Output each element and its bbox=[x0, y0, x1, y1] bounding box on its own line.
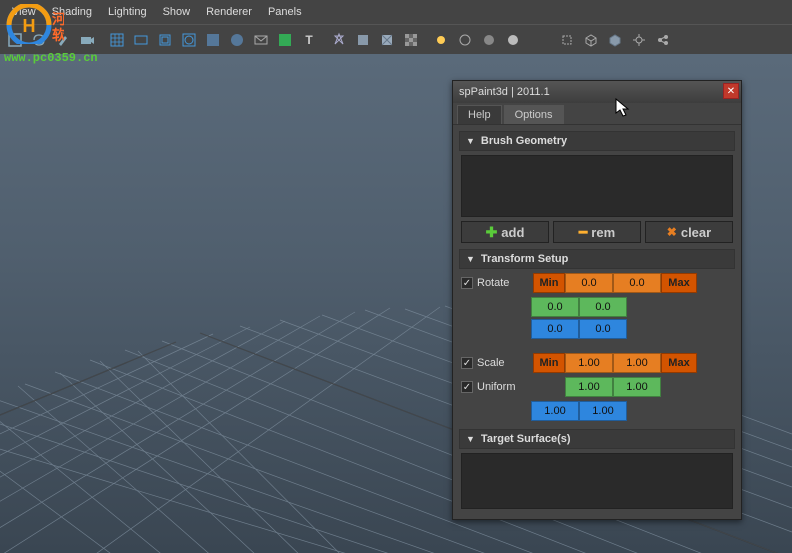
toolbar: T bbox=[0, 24, 792, 54]
uniform-checkbox[interactable] bbox=[461, 381, 473, 393]
rem-button[interactable]: ━rem bbox=[553, 221, 641, 243]
iso-cube1-icon[interactable] bbox=[580, 29, 602, 51]
tool-wireframe-icon[interactable] bbox=[202, 29, 224, 51]
iso-settings-icon[interactable] bbox=[628, 29, 650, 51]
rotate-x-min[interactable]: 0.0 bbox=[565, 273, 613, 293]
tool-envelope-icon[interactable] bbox=[250, 29, 272, 51]
iso-cube2-icon[interactable] bbox=[604, 29, 626, 51]
rotate-y-max[interactable]: 0.0 bbox=[579, 297, 627, 317]
dialog-close-button[interactable]: ✕ bbox=[723, 83, 739, 99]
shade-textured-icon[interactable] bbox=[400, 29, 422, 51]
brush-geometry-list[interactable] bbox=[461, 155, 733, 217]
scale-x-max[interactable]: 1.00 bbox=[613, 353, 661, 373]
target-surfaces-list[interactable] bbox=[461, 453, 733, 509]
viewport-menubar: View Shading Lighting Show Renderer Pane… bbox=[0, 0, 792, 24]
dialog-title-text: spPaint3d | 2011.1 bbox=[459, 86, 550, 98]
section-target-label: Target Surface(s) bbox=[481, 433, 571, 445]
scale-z-max[interactable]: 1.00 bbox=[579, 401, 627, 421]
clear-button[interactable]: ✖clear bbox=[645, 221, 733, 243]
menu-renderer[interactable]: Renderer bbox=[198, 6, 260, 18]
svg-text:软件: 软件 bbox=[52, 27, 64, 43]
tool-filmgate-icon[interactable] bbox=[130, 29, 152, 51]
section-brush-geometry[interactable]: ▼ Brush Geometry bbox=[459, 131, 735, 151]
menu-show[interactable]: Show bbox=[155, 6, 199, 18]
collapse-arrow-icon: ▼ bbox=[466, 254, 475, 264]
collapse-arrow-icon: ▼ bbox=[466, 434, 475, 444]
scale-min-label: Min bbox=[533, 353, 565, 373]
sppaint3d-dialog: spPaint3d | 2011.1 ✕ Help Options ▼ Brus… bbox=[452, 80, 742, 520]
section-transform-setup[interactable]: ▼ Transform Setup bbox=[459, 249, 735, 269]
shade-wireframe-icon[interactable] bbox=[328, 29, 350, 51]
tab-options[interactable]: Options bbox=[504, 105, 564, 124]
add-button[interactable]: ✚add bbox=[461, 221, 549, 243]
iso-share-icon[interactable] bbox=[652, 29, 674, 51]
svg-text:河: 河 bbox=[52, 11, 64, 27]
rotate-min-label: Min bbox=[533, 273, 565, 293]
scale-label: Scale bbox=[477, 357, 529, 369]
menu-lighting[interactable]: Lighting bbox=[100, 6, 155, 18]
scale-max-label: Max bbox=[661, 353, 697, 373]
rotate-z-max[interactable]: 0.0 bbox=[579, 319, 627, 339]
tool-xray-icon[interactable] bbox=[274, 29, 296, 51]
tool-smooth-icon[interactable] bbox=[226, 29, 248, 51]
rotate-y-min[interactable]: 0.0 bbox=[531, 297, 579, 317]
scale-x-min[interactable]: 1.00 bbox=[565, 353, 613, 373]
rotate-max-label: Max bbox=[661, 273, 697, 293]
tool-grid-icon[interactable] bbox=[106, 29, 128, 51]
tab-help[interactable]: Help bbox=[457, 105, 502, 124]
watermark: H 河 软件 www.pc0359.cn bbox=[4, 4, 98, 65]
light-default-icon[interactable] bbox=[430, 29, 452, 51]
watermark-url: www.pc0359.cn bbox=[4, 51, 98, 65]
light-shadow-icon[interactable] bbox=[526, 29, 548, 51]
light-all-icon[interactable] bbox=[454, 29, 476, 51]
shade-flat-icon[interactable] bbox=[352, 29, 374, 51]
tool-gate-icon[interactable] bbox=[178, 29, 200, 51]
section-brush-label: Brush Geometry bbox=[481, 135, 567, 147]
section-target-surfaces[interactable]: ▼ Target Surface(s) bbox=[459, 429, 735, 449]
scale-y-max[interactable]: 1.00 bbox=[613, 377, 661, 397]
collapse-arrow-icon: ▼ bbox=[466, 136, 475, 146]
scale-y-min[interactable]: 1.00 bbox=[565, 377, 613, 397]
shade-smooth-icon[interactable] bbox=[376, 29, 398, 51]
tool-res-icon[interactable] bbox=[154, 29, 176, 51]
menu-panels[interactable]: Panels bbox=[260, 6, 310, 18]
rotate-x-max[interactable]: 0.0 bbox=[613, 273, 661, 293]
light-flat-icon[interactable] bbox=[502, 29, 524, 51]
dialog-titlebar[interactable]: spPaint3d | 2011.1 ✕ bbox=[453, 81, 741, 103]
tool-text-icon[interactable]: T bbox=[298, 29, 320, 51]
rotate-label: Rotate bbox=[477, 277, 529, 289]
svg-text:H: H bbox=[23, 16, 36, 36]
svg-text:T: T bbox=[305, 33, 313, 47]
light-sel-icon[interactable] bbox=[478, 29, 500, 51]
rotate-z-min[interactable]: 0.0 bbox=[531, 319, 579, 339]
rotate-checkbox[interactable] bbox=[461, 277, 473, 289]
uniform-label: Uniform bbox=[477, 381, 529, 393]
watermark-logo-icon: H 河 软件 bbox=[4, 4, 64, 44]
scale-z-min[interactable]: 1.00 bbox=[531, 401, 579, 421]
iso-select-icon[interactable] bbox=[556, 29, 578, 51]
dialog-tabs: Help Options bbox=[453, 103, 741, 125]
section-transform-label: Transform Setup bbox=[481, 253, 568, 265]
scale-checkbox[interactable] bbox=[461, 357, 473, 369]
